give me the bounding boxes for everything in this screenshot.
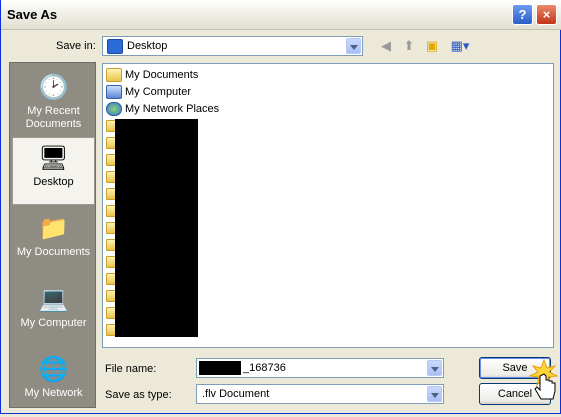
list-item[interactable]: My Documents [106,67,198,83]
place-my-recent-documents[interactable]: 🕑 My Recent Documents [12,67,95,135]
hand-cursor-icon [528,358,559,400]
save-in-label: Save in: [56,40,96,52]
chevron-down-icon[interactable] [427,386,442,402]
desktop-icon: 🖥 [38,145,69,172]
chevron-down-icon[interactable] [427,360,442,376]
my-computer-icon: 💻 [38,286,69,313]
save-as-dialog: Save As ? × Save in: Desktop ◀ ⬆ ▣ ▦▾ 🕑 … [0,0,561,414]
my-network-icon: 🌐 [38,356,69,383]
recent-documents-icon: 🕑 [38,74,69,101]
title-bar[interactable]: Save As ? × [1,0,561,30]
file-name-label: File name: [105,363,157,375]
back-icon[interactable]: ◀ [377,38,395,54]
redacted-file-name-prefix [199,361,241,375]
my-computer-icon [106,85,122,100]
up-folder-icon[interactable]: ⬆ [400,38,418,54]
list-item[interactable]: My Network Places [106,101,219,117]
place-my-network[interactable]: 🌐 My Network [12,349,95,417]
view-menu-icon[interactable]: ▦▾ [448,38,472,54]
places-bar: 🕑 My Recent Documents 🖥 Desktop 📁 My Doc… [9,62,96,408]
place-desktop[interactable]: 🖥 Desktop [12,137,95,205]
my-documents-icon [106,68,122,83]
place-my-documents[interactable]: 📁 My Documents [12,208,95,276]
save-as-type-value: .flv Document [202,388,270,400]
file-name-input[interactable]: _168736 [196,358,444,378]
network-places-icon [106,102,122,117]
list-item[interactable]: My Computer [106,84,191,100]
redacted-file-names [115,119,198,337]
save-in-dropdown[interactable]: Desktop [102,36,363,56]
place-my-computer[interactable]: 💻 My Computer [12,279,95,347]
save-as-type-label: Save as type: [105,389,172,401]
save-in-value: Desktop [127,40,168,52]
file-name-value: _168736 [243,362,286,374]
chevron-down-icon[interactable] [346,38,361,54]
file-list[interactable]: My Documents My Computer My Network Plac… [102,63,554,348]
my-documents-icon: 📁 [38,215,69,242]
save-as-type-dropdown[interactable]: .flv Document [196,384,444,404]
new-folder-icon[interactable]: ▣ [423,38,441,54]
close-button[interactable]: × [536,4,557,25]
dialog-title: Save As [7,7,58,22]
help-button[interactable]: ? [512,4,533,25]
desktop-icon [107,39,123,54]
